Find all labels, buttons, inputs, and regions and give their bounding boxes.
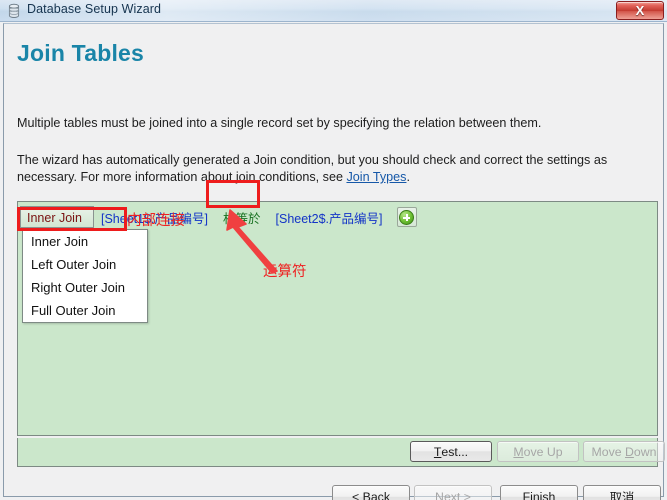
dropdown-option-inner-join[interactable]: Inner Join <box>23 230 147 253</box>
back-accel: B <box>362 490 371 500</box>
finish-button[interactable]: Finish <box>500 485 578 500</box>
title-bar: Database Setup Wizard X <box>0 0 667 22</box>
operator-cell[interactable]: 相等於 <box>215 208 269 227</box>
next-button[interactable]: Next > <box>414 485 492 500</box>
dropdown-option-left-outer-join[interactable]: Left Outer Join <box>23 253 147 276</box>
move-up-label: ove Up <box>523 444 563 459</box>
dialog-content-inner: Join Tables Multiple tables must be join… <box>5 24 665 500</box>
add-condition-button[interactable] <box>396 207 417 227</box>
back-button[interactable]: < Back <box>332 485 410 500</box>
test-button-label: est... <box>441 444 469 459</box>
close-button[interactable]: X <box>616 1 664 20</box>
description-line-2: The wizard has automatically generated a… <box>17 152 645 186</box>
description-text-after-link: . <box>406 170 410 184</box>
move-down-label-pre: Move <box>591 444 626 459</box>
left-field-cell[interactable]: [Sheet1$.产品编号] <box>94 208 215 227</box>
dialog-window: Database Setup Wizard X Join Tables Mult… <box>0 0 667 500</box>
join-condition-row: Inner Join [Sheet1$.产品编号] 相等於 [Sheet2$.产… <box>20 205 417 229</box>
plus-circle-icon <box>399 209 415 225</box>
test-button[interactable]: Test... <box>410 441 492 462</box>
move-down-button[interactable]: Move Down <box>583 441 665 462</box>
back-label-post: ack <box>370 490 390 500</box>
move-up-button[interactable]: Move Up <box>497 441 579 462</box>
test-button-accel: T <box>433 444 442 459</box>
cancel-button[interactable]: 取消 <box>583 485 661 500</box>
right-field-cell[interactable]: [Sheet2$.产品编号] <box>269 208 390 227</box>
dropdown-option-right-outer-join[interactable]: Right Outer Join <box>23 276 147 299</box>
dropdown-option-full-outer-join[interactable]: Full Outer Join <box>23 299 147 322</box>
finish-accel: F <box>522 490 531 500</box>
move-down-accel: D <box>625 444 634 459</box>
page-title: Join Tables <box>17 40 145 66</box>
join-panel-action-strip: Test... Move Up Move Down <box>17 438 665 467</box>
back-label-pre: < <box>352 490 363 500</box>
next-label-post: ext > <box>443 490 471 500</box>
close-icon: X <box>635 3 645 18</box>
join-types-link[interactable]: Join Types <box>346 170 406 184</box>
move-up-accel: M <box>513 444 524 459</box>
dialog-content: Join Tables Multiple tables must be join… <box>3 23 665 500</box>
description-text-before-link: The wizard has automatically generated a… <box>17 153 608 184</box>
finish-label-post: inish <box>530 490 556 500</box>
database-icon <box>6 3 22 19</box>
window-title: Database Setup Wizard <box>27 2 162 16</box>
join-type-dropdown-list[interactable]: Inner Join Left Outer Join Right Outer J… <box>22 229 148 323</box>
move-down-label-post: own <box>633 444 657 459</box>
next-accel: N <box>435 490 444 500</box>
description-line-1: Multiple tables must be joined into a si… <box>17 116 542 130</box>
join-type-combobox[interactable]: Inner Join <box>20 206 94 228</box>
join-conditions-panel: Inner Join [Sheet1$.产品编号] 相等於 [Sheet2$.产… <box>17 201 658 436</box>
